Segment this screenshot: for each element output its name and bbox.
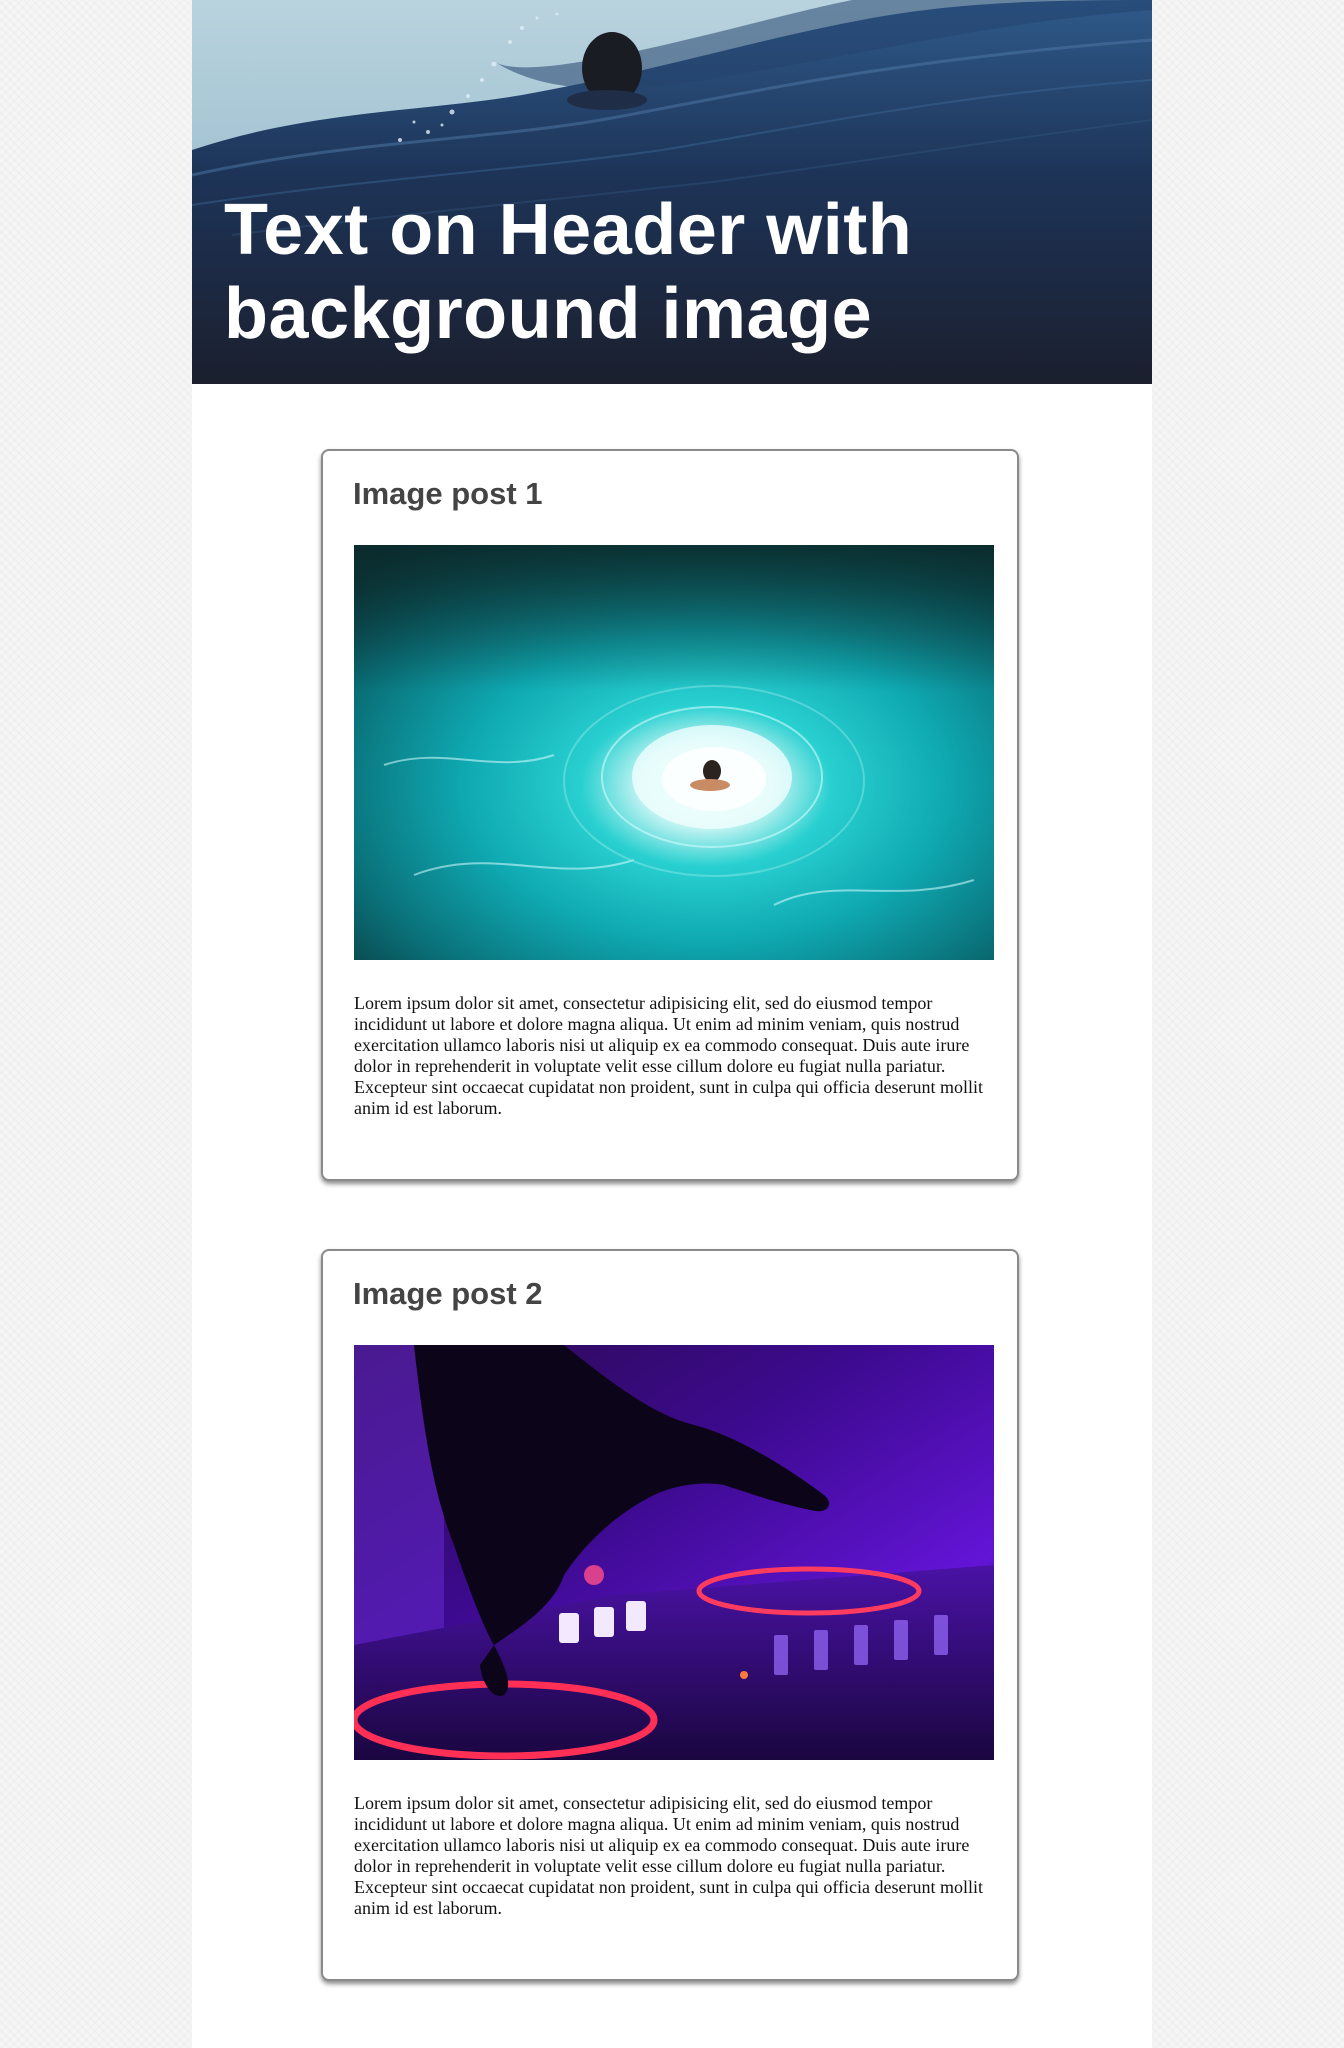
post-image	[354, 545, 994, 960]
post-body: Lorem ipsum dolor sit amet, consectetur …	[354, 1793, 983, 1918]
dj-hand-on-controller-image	[354, 1345, 994, 1760]
post-title: Image post 1	[353, 476, 543, 511]
image-post-card: Image post 2 Lorem ipsum dolor sit amet,…	[321, 1249, 1019, 1981]
post-image	[354, 1345, 994, 1760]
page-header: Text on Header with background image	[192, 0, 1152, 384]
header-title: Text on Header with background image	[224, 190, 913, 354]
page-content: Text on Header with background image Ima…	[192, 0, 1152, 2048]
swimmer-in-turquoise-water-image	[354, 545, 994, 960]
image-post-card: Image post 1 Lorem ipsum dolor sit amet,…	[321, 449, 1019, 1181]
post-body: Lorem ipsum dolor sit amet, consectetur …	[354, 993, 983, 1118]
post-title: Image post 2	[353, 1276, 543, 1311]
